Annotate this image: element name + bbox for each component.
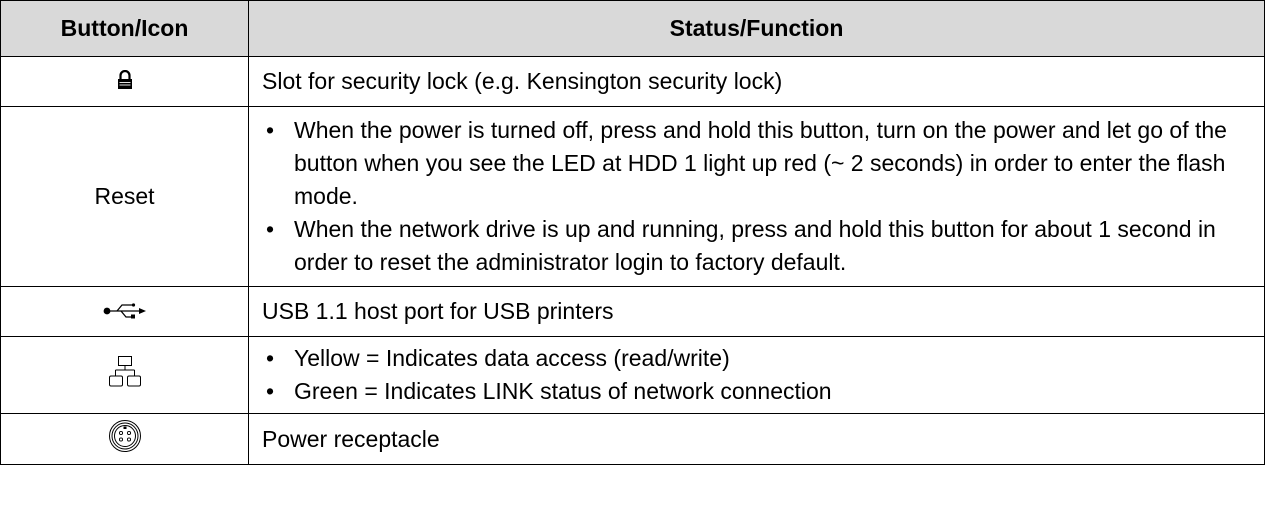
list-item-text: Green = Indicates LINK status of network… (294, 378, 832, 404)
function-cell: • Yellow = Indicates data access (read/w… (248, 336, 1265, 414)
bullet-icon: • (266, 216, 275, 242)
column-header-button-icon: Button/Icon (0, 0, 249, 57)
usb-icon (103, 299, 147, 326)
list-item: • Green = Indicates LINK status of netwo… (262, 375, 1256, 408)
list-item-text: When the power is turned off, press and … (294, 117, 1227, 209)
list-item-text: Yellow = Indicates data access (read/wri… (294, 345, 730, 371)
button-icon-table: Button/Icon Status/Function Slot for sec… (0, 0, 1265, 465)
function-cell: USB 1.1 host port for USB printers (248, 286, 1265, 337)
icon-cell (0, 56, 249, 107)
table-row: Reset • When the power is turned off, pr… (0, 106, 1265, 287)
function-cell: Slot for security lock (e.g. Kensington … (248, 56, 1265, 107)
table-row: Power receptacle (0, 413, 1265, 465)
function-cell: • When the power is turned off, press an… (248, 106, 1265, 287)
bullet-icon: • (266, 378, 275, 404)
bullet-list: • When the power is turned off, press an… (262, 114, 1256, 279)
list-item-text: When the network drive is up and running… (294, 216, 1216, 275)
power-connector-icon (108, 419, 142, 459)
reset-label: Reset (0, 106, 249, 287)
network-icon (108, 355, 142, 395)
table-row: • Yellow = Indicates data access (read/w… (0, 336, 1265, 414)
padlock-icon (117, 69, 133, 96)
icon-cell (0, 336, 249, 414)
list-item: • When the network drive is up and runni… (262, 213, 1256, 279)
bullet-icon: • (266, 117, 275, 143)
table-row: USB 1.1 host port for USB printers (0, 286, 1265, 337)
icon-cell (0, 286, 249, 337)
bullet-list: • Yellow = Indicates data access (read/w… (262, 342, 1256, 408)
icon-cell (0, 413, 249, 465)
function-cell: Power receptacle (248, 413, 1265, 465)
list-item: • Yellow = Indicates data access (read/w… (262, 342, 1256, 375)
table-row: Slot for security lock (e.g. Kensington … (0, 56, 1265, 107)
table-header-row: Button/Icon Status/Function (0, 0, 1265, 57)
list-item: • When the power is turned off, press an… (262, 114, 1256, 213)
column-header-status-function: Status/Function (248, 0, 1265, 57)
bullet-icon: • (266, 345, 275, 371)
